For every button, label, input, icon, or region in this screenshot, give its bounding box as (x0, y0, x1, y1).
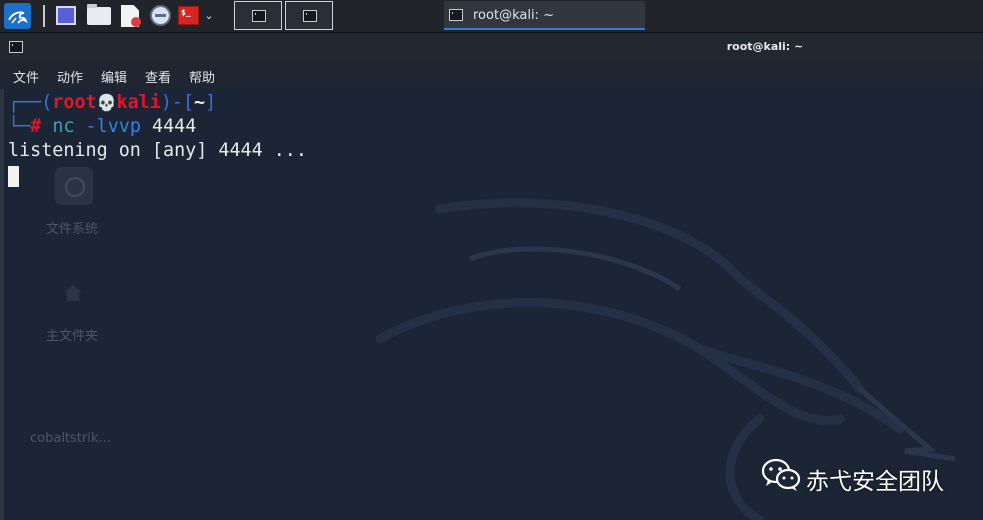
menu-view[interactable]: 查看 (145, 67, 171, 86)
terminal-icon (252, 10, 266, 22)
prompt-host: kali (116, 92, 161, 113)
text-editor-badge-icon (131, 17, 141, 27)
menubar: 文件 动作 编辑 查看 帮助 (0, 60, 983, 89)
prompt-hash: # (30, 116, 42, 137)
desktop-label-filesystem: 文件系统 (46, 222, 99, 237)
terminal-output-line: listening on [any] 4444 ... (8, 140, 307, 161)
file-manager-icon[interactable] (87, 4, 111, 25)
workspace-terminal-1-button[interactable] (234, 1, 282, 30)
panel-separator (43, 5, 45, 27)
chevron-down-icon[interactable]: ⌄ (202, 6, 216, 26)
terminal-output-area[interactable]: 文件系统 主文件夹 cobaltstrik... ┌──(root💀kali)-… (0, 89, 983, 520)
text-cursor (8, 166, 19, 187)
menu-file[interactable]: 文件 (13, 67, 39, 86)
terminal-icon (449, 9, 463, 21)
prompt-frame-close: ] (205, 92, 217, 113)
menu-help[interactable]: 帮助 (189, 67, 215, 86)
terminal-icon (303, 10, 317, 22)
prompt-frame-mid: )-[ (160, 92, 195, 113)
command-name: nc (52, 116, 75, 137)
filesystem-drive-icon (55, 167, 93, 205)
wechat-icon (761, 458, 801, 491)
taskbar-task-terminal[interactable]: root@kali: ~ (444, 1, 645, 30)
prompt-frame-open: ┌──( (8, 92, 53, 113)
menu-action[interactable]: 动作 (57, 67, 83, 86)
workspace-terminal-2-button[interactable] (285, 1, 333, 30)
terminal-launcher-icon[interactable] (178, 6, 199, 25)
skull-icon: 💀 (96, 93, 117, 112)
desktop-label-cobaltstrike: cobaltstrik... (30, 431, 111, 446)
prompt-user: root (52, 92, 97, 113)
kali-menu-icon[interactable] (4, 3, 31, 29)
show-desktop-icon[interactable] (56, 6, 76, 25)
window-title: root@kali: ~ (726, 40, 804, 53)
top-panel: ⌄ root@kali: ~ (0, 0, 983, 33)
command-port: 4444 (152, 116, 197, 137)
command-args: -lvvp (85, 116, 141, 137)
window-border (0, 89, 4, 520)
task-label: root@kali: ~ (473, 8, 554, 23)
web-browser-icon[interactable] (150, 5, 171, 26)
window-terminal-icon[interactable] (9, 41, 23, 53)
prompt-directory: ~ (194, 92, 206, 113)
prompt-line-1: ┌──(root💀kali)-[~] (8, 91, 216, 115)
watermark-text: 赤弋安全团队 (806, 469, 944, 495)
window-titlebar[interactable]: root@kali: ~ (0, 34, 983, 60)
desktop-label-home: 主文件夹 (46, 329, 99, 344)
prompt-line-2: └─# nc -lvvp 4444 (8, 115, 196, 139)
menu-edit[interactable]: 编辑 (101, 67, 127, 86)
prompt-corner: └─ (8, 116, 31, 137)
